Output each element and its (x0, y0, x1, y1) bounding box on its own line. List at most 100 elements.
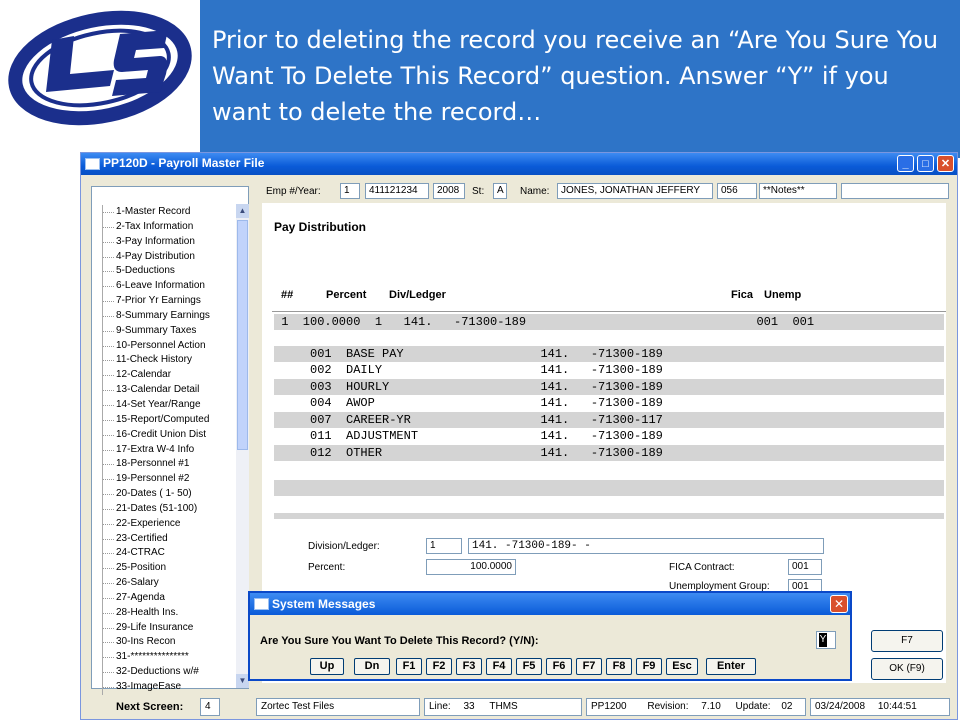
nav-item[interactable]: 6-Leave Information (96, 279, 210, 295)
ok-f9-button[interactable]: OK (F9) (871, 658, 943, 680)
col-div-ledger: Div/Ledger (389, 289, 446, 301)
nav-item[interactable]: 29-Life Insurance (96, 620, 210, 636)
nav-item[interactable]: 24-CTRAC (96, 546, 210, 562)
nav-item[interactable]: 27-Agenda (96, 590, 210, 606)
nav-item[interactable]: 11-Check History (96, 353, 210, 369)
nav-item[interactable]: 1-Master Record (96, 205, 210, 220)
nav-item[interactable]: 4-Pay Distribution (96, 249, 210, 265)
table-row[interactable]: 011 ADJUSTMENT 141. -71300-189 (274, 428, 944, 444)
table-row[interactable]: 003 HOURLY 141. -71300-189 (274, 379, 944, 395)
f6-button[interactable]: F6 (546, 658, 572, 675)
close-button[interactable]: ✕ (937, 155, 954, 172)
table-row[interactable]: 007 CAREER-YR 141. -71300-117 (274, 412, 944, 428)
f4-button[interactable]: F4 (486, 658, 512, 675)
nav-item[interactable]: 18-Personnel #1 (96, 457, 210, 473)
dialog-close-button[interactable]: ✕ (830, 595, 848, 613)
f8-button[interactable]: F8 (606, 658, 632, 675)
nav-item[interactable]: 14-Set Year/Range (96, 397, 210, 413)
up-button[interactable]: Up (310, 658, 344, 675)
code-field[interactable]: 056 (717, 183, 757, 199)
division-ledger-field[interactable]: 141. -71300-189- - (468, 538, 824, 554)
nav-item[interactable]: 7-Prior Yr Earnings (96, 294, 210, 309)
answer-value: Y (819, 633, 827, 647)
scroll-thumb[interactable] (237, 220, 248, 450)
nav-item[interactable]: 28-Health Ins. (96, 605, 210, 621)
f7-button[interactable]: F7 (871, 630, 943, 652)
nav-item[interactable]: 10-Personnel Action (96, 338, 210, 354)
dialog-titlebar[interactable]: System Messages ✕ (250, 593, 850, 615)
next-screen-label: Next Screen: (116, 701, 184, 713)
enter-button[interactable]: Enter (706, 658, 756, 675)
screen-nav-tree: 1-Master Record 2-Tax Information 3-Pay In… (91, 186, 249, 695)
division-ledger-label: Division/Ledger: (308, 541, 380, 552)
user-code: THMS (489, 701, 518, 712)
nav-item[interactable]: 19-Personnel #2 (96, 472, 210, 488)
nav-item[interactable]: 3-Pay Information (96, 234, 210, 250)
name-field[interactable]: JONES, JONATHAN JEFFERY (557, 183, 713, 199)
system-messages-dialog: System Messages ✕ Are You Sure You Want … (248, 591, 852, 681)
nav-item[interactable]: 15-Report/Computed (96, 412, 210, 428)
f2-button[interactable]: F2 (426, 658, 452, 675)
nav-item[interactable]: 23-Certified (96, 531, 210, 547)
emp-id-field[interactable]: 411121234 (365, 183, 429, 199)
nav-item[interactable]: 32-Deductions w/# (96, 665, 210, 680)
table-row[interactable]: 012 OTHER 141. -71300-189 (274, 445, 944, 461)
next-screen-panel: Next Screen: 4 (88, 696, 252, 718)
nav-item[interactable]: 30-Ins Recon (96, 635, 210, 651)
percent-field[interactable]: 100.0000 (426, 559, 516, 575)
f3-button[interactable]: F3 (456, 658, 482, 675)
nav-item[interactable]: 17-Extra W-4 Info (96, 442, 210, 458)
dn-button[interactable]: Dn (354, 658, 390, 675)
nav-item[interactable]: 12-Calendar (96, 368, 210, 384)
emp-seq-field[interactable]: 1 (340, 183, 360, 199)
maximize-button[interactable]: □ (917, 155, 934, 172)
window-titlebar[interactable]: PP120D - Payroll Master File _ □ ✕ (81, 153, 957, 175)
nav-item[interactable]: 26-Salary (96, 576, 210, 591)
nav-item[interactable]: 31-*************** (96, 650, 210, 666)
nav-item[interactable]: 22-Experience (96, 516, 210, 532)
answer-input[interactable]: Y (816, 631, 836, 649)
update-value: 02 (781, 701, 793, 712)
nav-item[interactable]: 20-Dates ( 1- 50) (96, 487, 210, 502)
nav-item[interactable]: 5-Deductions (96, 264, 210, 280)
year-field[interactable]: 2008 (433, 183, 465, 199)
table-row[interactable]: 004 AWOP 141. -71300-189 (274, 395, 944, 411)
nav-item[interactable]: 33-ImageEase (96, 680, 210, 695)
notes-field[interactable]: **Notes** (759, 183, 837, 199)
fica-contract-label: FICA Contract: (669, 562, 735, 573)
minimize-button[interactable]: _ (897, 155, 914, 172)
instruction-text: Prior to deleting the record you receive… (212, 26, 939, 126)
nav-item[interactable]: 21-Dates (51-100) (96, 501, 210, 517)
table-row[interactable]: 001 BASE PAY 141. -71300-189 (274, 346, 944, 362)
table-row[interactable]: 1 100.0000 1 141. -71300-189 001 001 (274, 314, 944, 330)
next-screen-field[interactable]: 4 (200, 698, 220, 716)
company-logo (0, 0, 200, 140)
nav-list: 1-Master Record 2-Tax Information 3-Pay In… (96, 205, 210, 695)
fica-contract-field[interactable]: 001 (788, 559, 822, 575)
col-num: ## (281, 289, 294, 301)
nav-item[interactable]: 2-Tax Information (96, 219, 210, 235)
table-row-empty[interactable] (274, 513, 944, 519)
nav-item[interactable]: 8-Summary Earnings (96, 308, 210, 324)
window-title: PP120D - Payroll Master File (103, 156, 265, 170)
f5-button[interactable]: F5 (516, 658, 542, 675)
table-row-empty[interactable] (274, 480, 944, 496)
division-num-field[interactable]: 1 (426, 538, 462, 554)
dialog-icon (254, 598, 269, 610)
nav-item[interactable]: 16-Credit Union Dist (96, 427, 210, 443)
status-date: 03/24/2008 (815, 701, 866, 712)
f7-dialog-button[interactable]: F7 (576, 658, 602, 675)
scroll-up-icon[interactable]: ▲ (236, 204, 249, 218)
esc-button[interactable]: Esc (666, 658, 698, 675)
name-label: Name: (520, 186, 550, 197)
nav-item[interactable]: 9-Summary Taxes (96, 323, 210, 339)
col-unemp: Unemp (764, 289, 802, 301)
st-field[interactable]: A (493, 183, 507, 199)
nav-item[interactable]: 13-Calendar Detail (96, 383, 210, 398)
status-bar: Next Screen: 4 Zortec Test Files Line: 3… (88, 696, 954, 718)
f1-button[interactable]: F1 (396, 658, 422, 675)
table-row[interactable]: 002 DAILY 141. -71300-189 (274, 362, 944, 378)
extra-field[interactable] (841, 183, 949, 199)
nav-item[interactable]: 25-Position (96, 561, 210, 577)
f9-button[interactable]: F9 (636, 658, 662, 675)
